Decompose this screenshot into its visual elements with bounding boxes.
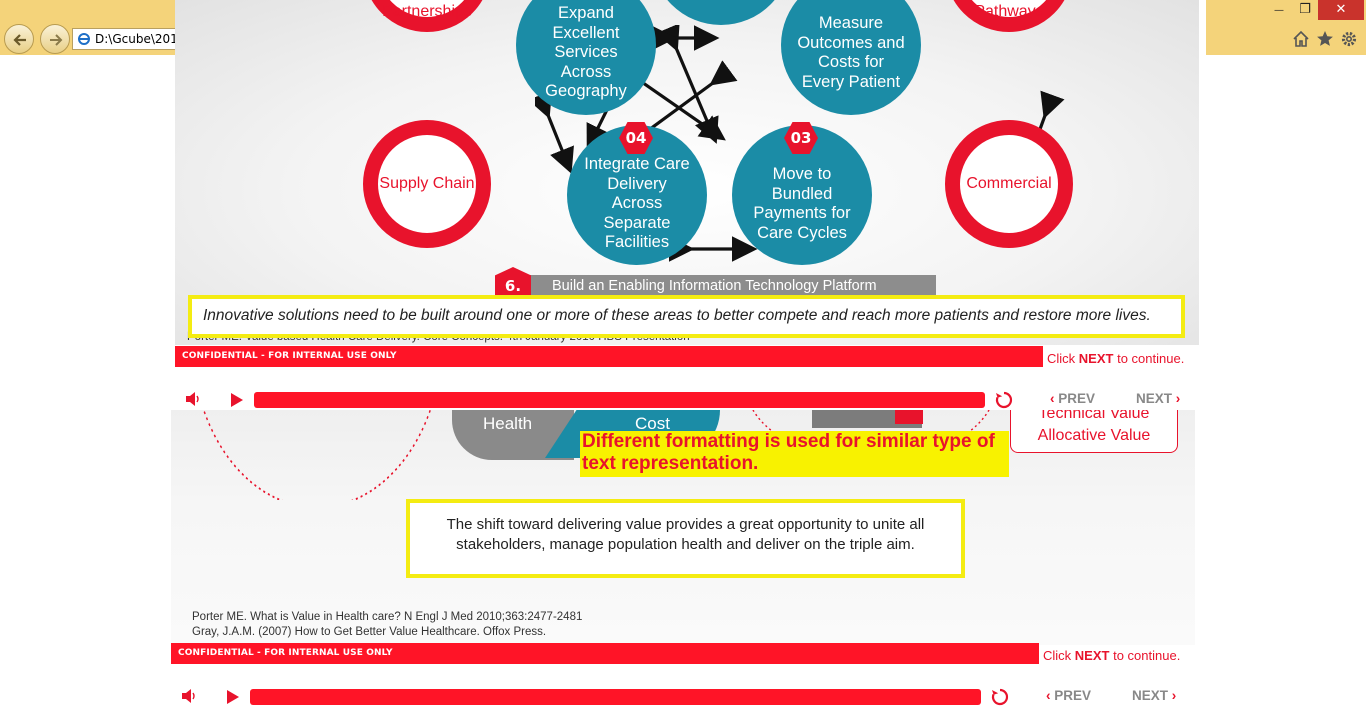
next-label: NEXT <box>1136 391 1173 406</box>
click-next-word: NEXT <box>1074 648 1110 663</box>
minimize-button[interactable]: — <box>1266 0 1292 20</box>
play-icon[interactable] <box>230 392 244 408</box>
replay-icon[interactable] <box>995 391 1013 409</box>
click-next-hint: Click NEXT to continue. <box>1047 351 1184 366</box>
chevron-right-icon: › <box>1175 391 1181 406</box>
hub-label: Measure Outcomes and Costs for Every Pat… <box>797 14 905 91</box>
address-text: D:\Gcube\2017 <box>95 32 176 46</box>
back-button[interactable] <box>4 24 34 54</box>
restore-button[interactable]: ❐ <box>1292 0 1318 20</box>
callout-shift-to-value: The shift toward delivering value provid… <box>406 499 965 578</box>
value-type-allocative: Allocative Value <box>1037 427 1151 444</box>
confidential-bar: CONFIDENTIAL - FOR INTERNAL USE ONLY <box>171 643 1039 664</box>
prev-button[interactable]: ‹ PREV <box>1046 688 1091 703</box>
value-type-technical: Technical Value <box>1038 410 1150 422</box>
hub-top-partial <box>651 0 791 25</box>
click-prefix: Click <box>1047 351 1076 366</box>
prev-button[interactable]: ‹ PREV <box>1050 391 1095 406</box>
ring-label: Pathways <box>974 3 1044 20</box>
play-icon[interactable] <box>226 689 240 705</box>
home-icon[interactable] <box>1292 30 1310 48</box>
forward-button[interactable] <box>40 24 70 54</box>
progress-bar[interactable] <box>250 689 981 705</box>
value-types-box: Technical Value Allocative Value <box>1010 410 1178 453</box>
forward-icon <box>50 34 63 46</box>
volume-icon[interactable] <box>185 391 203 407</box>
callout-text: The shift toward delivering value provid… <box>446 516 925 553</box>
volume-icon[interactable] <box>181 688 199 704</box>
chevron-left-icon: ‹ <box>1050 391 1055 406</box>
laptop-accent <box>895 410 923 424</box>
back-icon <box>13 34 26 46</box>
ring-label: Supply Chain <box>379 175 475 192</box>
hub-label: Expand Excellent Services Across Geograp… <box>545 4 627 101</box>
browser-toolbar-left: D:\Gcube\2017 <box>0 0 176 55</box>
callout-text: Innovative solutions need to be built ar… <box>203 307 1151 324</box>
hub-label: Move to Bundled Payments for Care Cycles <box>753 165 851 242</box>
hub-expand-services: Expand Excellent Services Across Geograp… <box>516 0 656 115</box>
browser-toolbar-right: — ❐ ✕ <box>1206 0 1366 55</box>
settings-icon[interactable] <box>1340 30 1358 48</box>
restore-icon: ❐ <box>1299 2 1311 17</box>
health-label: Health <box>483 414 533 433</box>
ie-icon <box>78 33 90 45</box>
hub-label: Integrate Care Delivery Across Separate … <box>584 155 690 252</box>
slide-value-agenda: Partnerships Pathways Expand Excellent S… <box>175 0 1199 345</box>
click-next-hint: Click NEXT to continue. <box>1043 648 1180 663</box>
chevron-right-icon: › <box>1171 688 1177 703</box>
address-bar[interactable]: D:\Gcube\2017 <box>72 28 176 50</box>
references: Porter ME. What is Value in Health care?… <box>192 610 582 640</box>
replay-icon[interactable] <box>991 688 1009 706</box>
prev-label: PREV <box>1054 688 1092 703</box>
chevron-left-icon: ‹ <box>1046 688 1051 703</box>
close-button[interactable]: ✕ <box>1318 0 1364 20</box>
favorites-icon[interactable] <box>1316 30 1334 48</box>
ring-commercial: Commercial <box>945 120 1073 248</box>
ring-supply-chain: Supply Chain <box>363 120 491 248</box>
confidential-bar: CONFIDENTIAL - FOR INTERNAL USE ONLY <box>175 346 1043 367</box>
minimize-icon: — <box>1274 5 1284 16</box>
callout-innovative-solutions: Innovative solutions need to be built ar… <box>188 295 1185 338</box>
click-suffix: to continue. <box>1117 351 1185 366</box>
click-suffix: to continue. <box>1113 648 1181 663</box>
click-next-word: NEXT <box>1078 351 1114 366</box>
click-prefix: Click <box>1043 648 1072 663</box>
reference-item: Porter ME. What is Value in Health care?… <box>192 611 583 623</box>
it-platform-bar: Build an Enabling Information Technology… <box>530 275 936 297</box>
next-label: NEXT <box>1132 688 1169 703</box>
ring-partnerships: Partnerships <box>363 0 491 32</box>
it-platform-label: Build an Enabling Information Technology… <box>552 278 877 294</box>
next-button[interactable]: NEXT › <box>1136 391 1180 406</box>
close-icon: ✕ <box>1335 2 1347 17</box>
review-note: Different formatting is used for similar… <box>580 431 1009 477</box>
ring-label: Commercial <box>966 175 1052 192</box>
ring-label: Partnerships <box>382 3 472 20</box>
prev-label: PREV <box>1058 391 1096 406</box>
progress-bar[interactable] <box>254 392 985 408</box>
reference-item: Gray, J.A.M. (2007) How to Get Better Va… <box>192 626 547 638</box>
next-button[interactable]: NEXT › <box>1132 688 1176 703</box>
